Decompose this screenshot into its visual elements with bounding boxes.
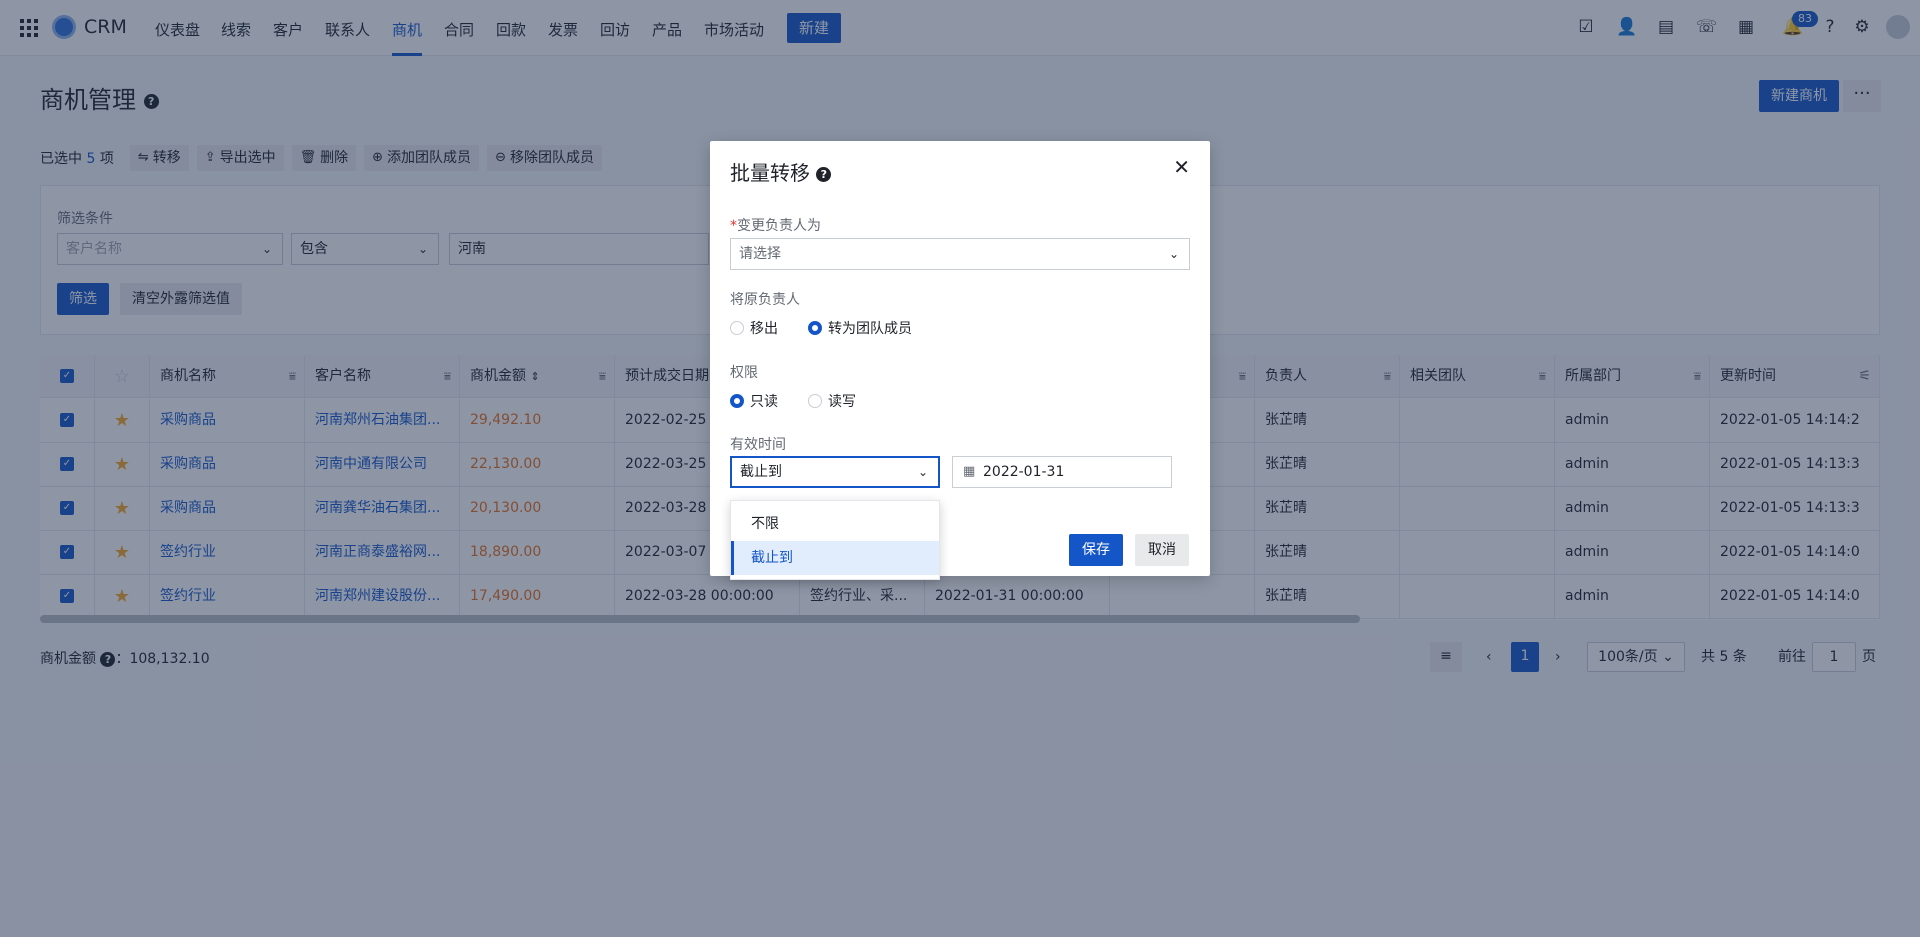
valid-time-dropdown: 不限 截止到	[730, 500, 940, 580]
radio-read-only[interactable]: 只读	[730, 391, 778, 411]
end-date-input[interactable]: ▦ 2022-01-31	[952, 456, 1172, 488]
owner-select[interactable]: 请选择 ⌄	[730, 238, 1190, 270]
original-owner-label: 将原负责人	[730, 292, 800, 308]
original-owner-radio-group: 移出 转为团队成员	[730, 318, 942, 338]
dropdown-option-until[interactable]: 截止到	[731, 541, 939, 575]
chevron-down-icon: ⌄	[917, 465, 928, 479]
permission-radio-group: 只读 读写	[730, 391, 886, 411]
valid-time-select[interactable]: 截止到 ⌄	[730, 456, 940, 488]
radio-read-write[interactable]: 读写	[808, 391, 856, 411]
crm-app: CRM 仪表盘 线索 客户 联系人 商机 合同 回款 发票 回访 产品 市场活动…	[0, 0, 1920, 937]
help-icon[interactable]: ?	[816, 167, 832, 182]
save-button[interactable]: 保存	[1069, 534, 1123, 566]
owner-label: *变更负责人为	[730, 218, 821, 234]
dropdown-option-unlimited[interactable]: 不限	[731, 507, 939, 541]
close-icon[interactable]: ✕	[1173, 155, 1190, 179]
modal-title: 批量转移 ?	[730, 157, 832, 186]
radio-remove[interactable]: 移出	[730, 318, 778, 338]
radio-to-team-member[interactable]: 转为团队成员	[808, 318, 912, 338]
cancel-button[interactable]: 取消	[1135, 534, 1189, 566]
valid-time-label: 有效时间	[730, 437, 786, 453]
chevron-down-icon: ⌄	[1168, 247, 1179, 261]
permission-label: 权限	[730, 365, 758, 381]
calendar-icon: ▦	[963, 464, 976, 479]
